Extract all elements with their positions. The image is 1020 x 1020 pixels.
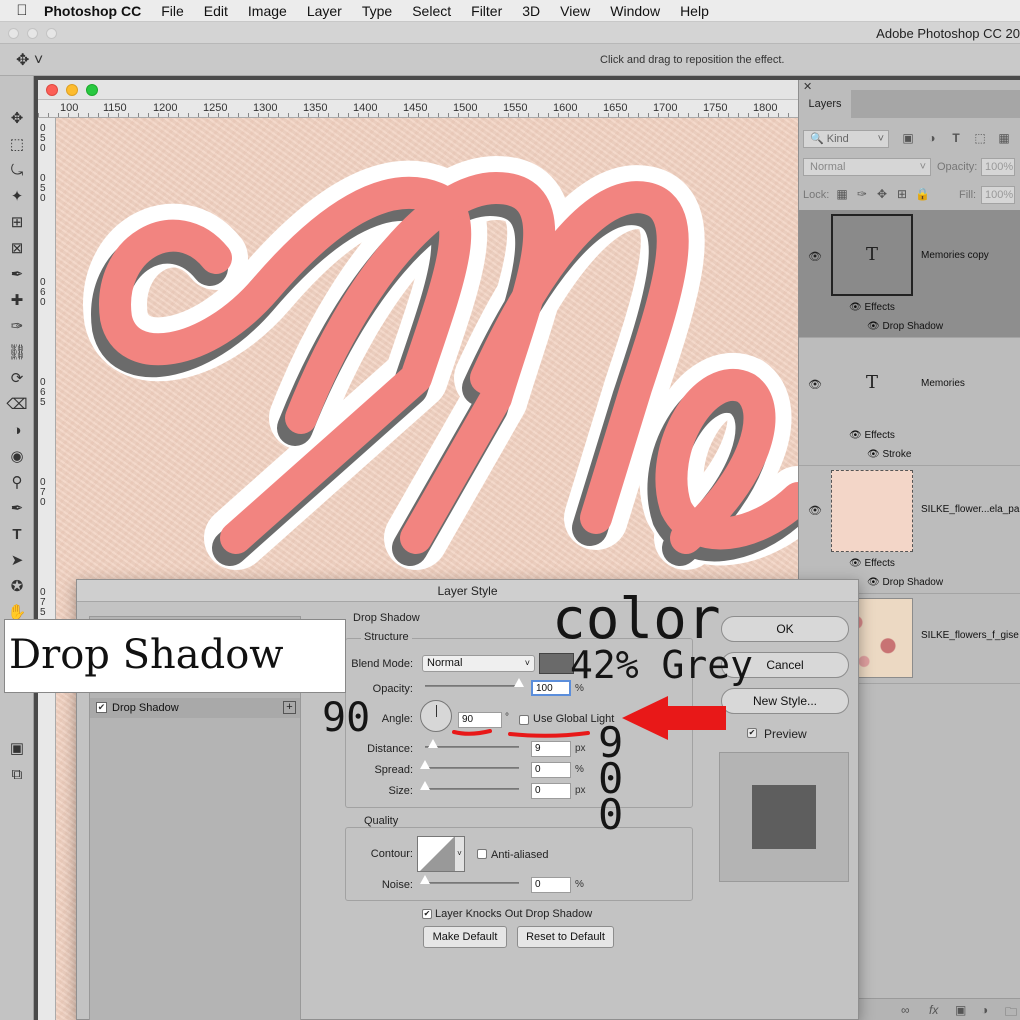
- red-arrow-icon: [622, 696, 726, 740]
- angle-underline: [452, 729, 492, 736]
- global-light-underline: [508, 731, 590, 738]
- annotation-marks: [452, 696, 726, 740]
